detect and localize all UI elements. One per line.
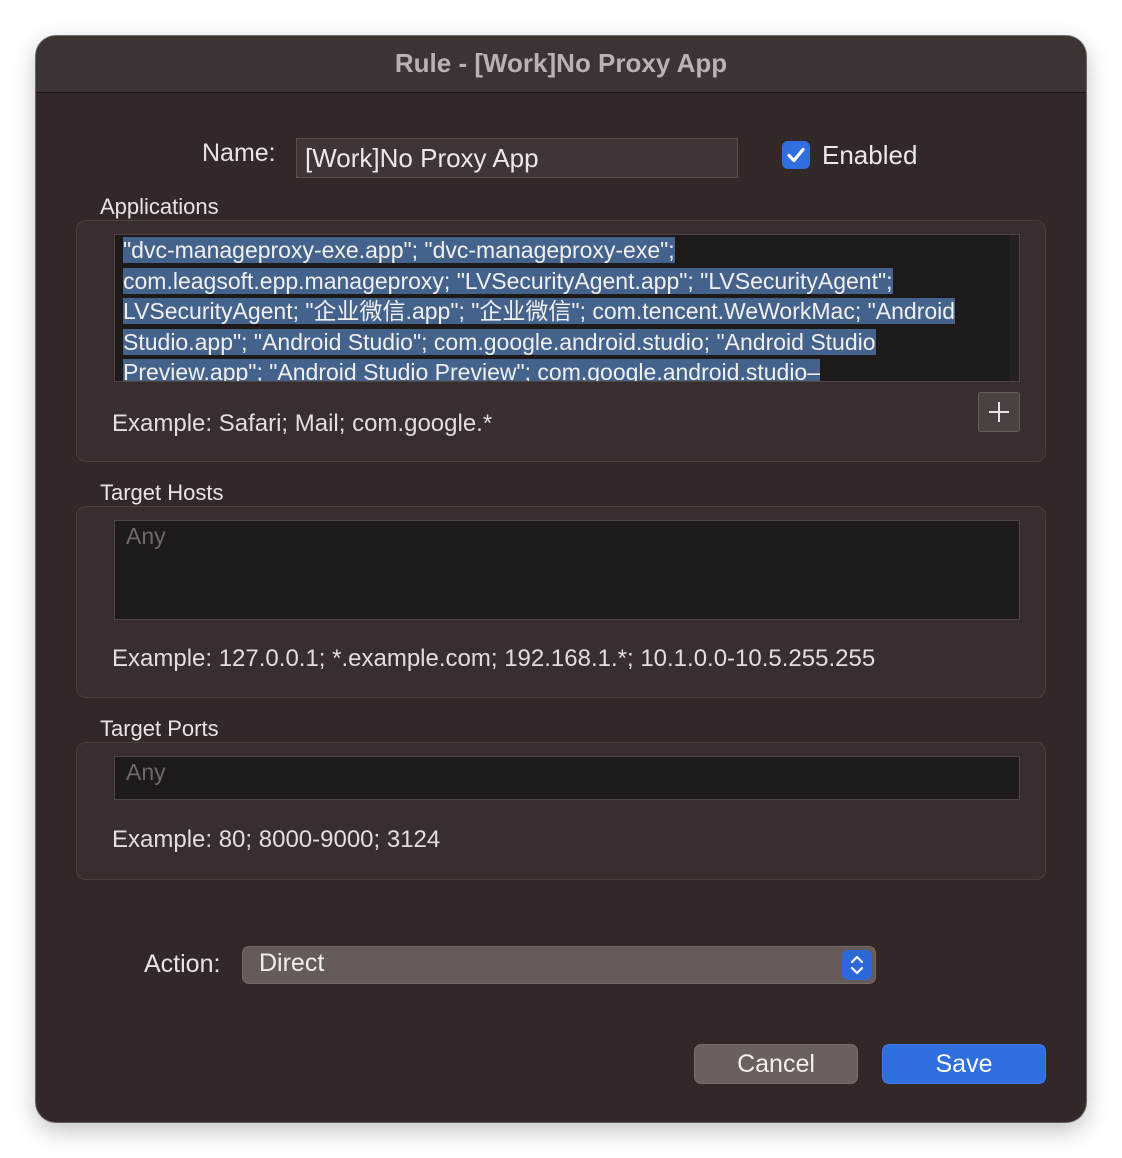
enabled-label: Enabled bbox=[822, 140, 918, 170]
enabled-checkbox[interactable] bbox=[782, 141, 810, 169]
action-select[interactable]: Direct bbox=[242, 946, 876, 984]
applications-label: Applications bbox=[100, 194, 219, 219]
target-hosts-example: Example: 127.0.0.1; *.example.com; 192.1… bbox=[112, 645, 876, 672]
target-hosts-textarea[interactable]: Any bbox=[114, 520, 1020, 620]
plus-icon bbox=[989, 402, 1009, 422]
target-hosts-placeholder: Any bbox=[126, 523, 166, 549]
name-input[interactable] bbox=[296, 138, 738, 178]
chevron-up-down-icon bbox=[850, 955, 864, 975]
target-ports-example: Example: 80; 8000-9000; 3124 bbox=[112, 826, 441, 853]
applications-example: Example: Safari; Mail; com.google.* bbox=[112, 410, 493, 437]
applications-selected-text: "dvc-manageproxy-exe.app"; "dvc-managepr… bbox=[123, 237, 956, 381]
window-title: Rule - [Work]No Proxy App bbox=[394, 48, 728, 78]
action-select-stepper[interactable] bbox=[842, 950, 872, 980]
add-application-button[interactable] bbox=[978, 392, 1020, 432]
applications-textarea[interactable]: "dvc-manageproxy-exe.app"; "dvc-managepr… bbox=[114, 234, 1020, 382]
checkmark-icon bbox=[787, 147, 805, 163]
target-hosts-label: Target Hosts bbox=[100, 480, 224, 505]
target-ports-label: Target Ports bbox=[100, 716, 219, 741]
action-label: Action: bbox=[144, 950, 221, 978]
name-label: Name: bbox=[202, 139, 276, 167]
target-ports-input[interactable]: Any bbox=[114, 756, 1020, 800]
action-select-value: Direct bbox=[259, 949, 325, 977]
title-bar: Rule - [Work]No Proxy App bbox=[36, 36, 1086, 93]
save-button[interactable]: Save bbox=[882, 1044, 1046, 1084]
applications-scrollbar[interactable] bbox=[1009, 235, 1019, 381]
rule-dialog-window: Rule - [Work]No Proxy App Name: Enabled … bbox=[36, 36, 1086, 1122]
cancel-button[interactable]: Cancel bbox=[694, 1044, 858, 1084]
target-ports-placeholder: Any bbox=[126, 759, 166, 785]
applications-text: "dvc-manageproxy-exe.app"; "dvc-managepr… bbox=[123, 235, 1005, 381]
